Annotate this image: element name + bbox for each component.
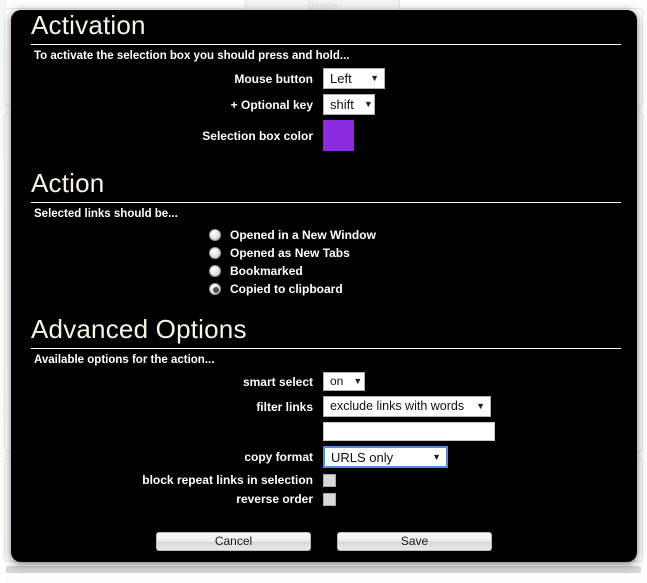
- copy-format-label: copy format: [244, 450, 313, 464]
- filter-links-select[interactable]: exclude links with words ▼: [323, 396, 491, 417]
- radio-icon-selected[interactable]: [209, 283, 221, 295]
- action-radio-group: Opened in a New Window Opened as New Tab…: [23, 228, 625, 296]
- mouse-button-select[interactable]: Left ▼: [323, 68, 385, 89]
- radio-icon[interactable]: [209, 247, 221, 259]
- smart-select-select[interactable]: on ▼: [323, 372, 365, 391]
- chevron-down-icon: ▼: [353, 376, 363, 386]
- row-filter-links: filter links exclude links with words ▼: [23, 396, 625, 417]
- selection-box-color-swatch[interactable]: [323, 120, 354, 151]
- radio-label: Opened as New Tabs: [230, 246, 350, 260]
- options-dialog: Activation To activate the selection box…: [11, 10, 637, 562]
- advanced-fields: smart select on ▼ filter links exclude l…: [23, 372, 625, 506]
- block-repeat-label: block repeat links in selection: [142, 473, 313, 487]
- filter-links-value: exclude links with words: [330, 399, 465, 413]
- radio-label: Copied to clipboard: [230, 282, 343, 296]
- row-filter-words-input: [23, 422, 625, 441]
- smart-select-value: on: [330, 374, 344, 388]
- radio-label: Bookmarked: [230, 264, 303, 278]
- filter-words-input[interactable]: [323, 422, 495, 441]
- optional-key-label: + Optional key: [230, 97, 313, 112]
- chevron-down-icon: ▼: [476, 401, 485, 411]
- dialog-footer: Cancel Save: [23, 532, 625, 551]
- mouse-button-label: Mouse button: [234, 71, 313, 86]
- row-mouse-button: Mouse button Left ▼: [23, 68, 625, 89]
- background-bottom-strip: [6, 566, 641, 573]
- filter-links-label: filter links: [256, 399, 313, 414]
- optional-key-select[interactable]: shift ▼: [323, 94, 375, 115]
- cancel-button[interactable]: Cancel: [156, 532, 311, 551]
- radio-label: Opened in a New Window: [230, 228, 376, 242]
- page-root: Guide Activation To activate the selecti…: [0, 0, 647, 583]
- chevron-down-icon: ▼: [363, 99, 373, 109]
- radio-option-copied-to-clipboard[interactable]: Copied to clipboard: [209, 282, 625, 296]
- activation-section-title: Activation: [31, 10, 146, 40]
- row-optional-key: + Optional key shift ▼: [23, 94, 625, 115]
- radio-icon[interactable]: [209, 265, 221, 277]
- smart-select-label: smart select: [242, 374, 313, 389]
- mouse-button-value: Left: [330, 71, 352, 86]
- activation-subtitle: To activate the selection box you should…: [34, 50, 350, 62]
- chevron-down-icon: ▼: [370, 73, 379, 83]
- reverse-order-label: reverse order: [236, 492, 313, 506]
- copy-format-value: URLS only: [331, 449, 394, 465]
- chevron-down-icon: ▼: [432, 451, 441, 462]
- reverse-order-checkbox[interactable]: [323, 492, 336, 506]
- action-subtitle: Selected links should be...: [34, 208, 178, 220]
- copy-format-select[interactable]: URLS only ▼: [323, 446, 448, 468]
- selection-box-color-label: Selection box color: [202, 128, 313, 143]
- radio-option-new-tabs[interactable]: Opened as New Tabs: [209, 246, 625, 260]
- block-repeat-checkbox[interactable]: [323, 473, 336, 487]
- radio-option-bookmarked[interactable]: Bookmarked: [209, 264, 625, 278]
- row-block-repeat: block repeat links in selection: [23, 473, 625, 487]
- optional-key-value: shift: [330, 97, 354, 112]
- row-selection-box-color: Selection box color: [23, 120, 625, 151]
- radio-option-new-window[interactable]: Opened in a New Window: [209, 228, 625, 242]
- activation-fields: Mouse button Left ▼ + Optional key shift…: [23, 68, 625, 151]
- action-section-title: Action: [31, 168, 105, 198]
- row-copy-format: copy format URLS only ▼: [23, 446, 625, 468]
- advanced-subtitle: Available options for the action...: [34, 354, 215, 366]
- save-button[interactable]: Save: [337, 532, 492, 551]
- radio-icon[interactable]: [209, 229, 221, 241]
- advanced-section-title: Advanced Options: [31, 314, 247, 344]
- row-reverse-order: reverse order: [23, 492, 625, 506]
- row-smart-select: smart select on ▼: [23, 372, 625, 391]
